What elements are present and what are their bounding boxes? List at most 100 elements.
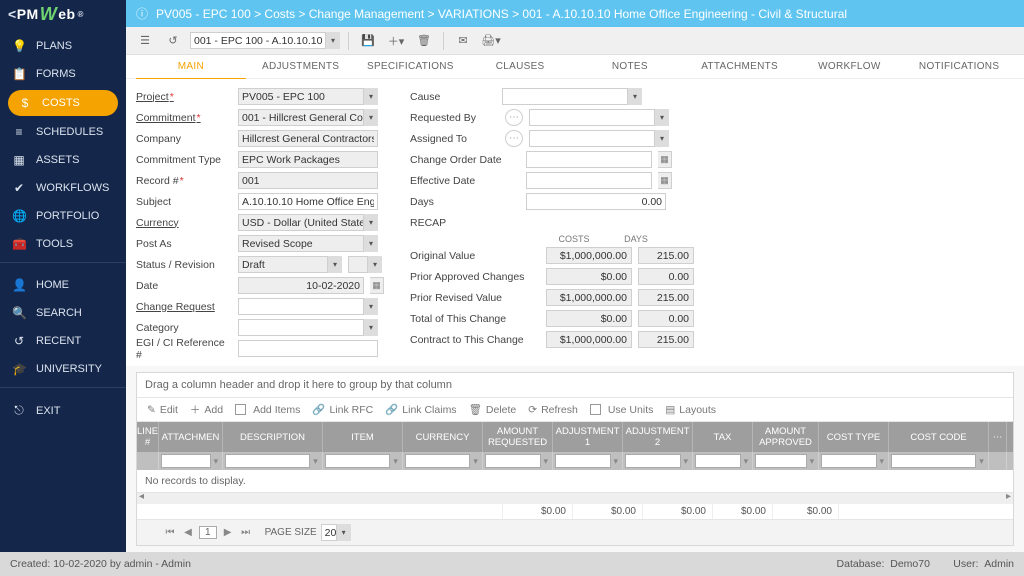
info-icon[interactable]: ⓘ <box>136 5 148 22</box>
tab-clauses[interactable]: CLAUSES <box>465 55 575 78</box>
nav-search[interactable]: 🔍SEARCH <box>0 299 126 327</box>
menu-icon[interactable]: ☰ <box>134 31 156 51</box>
col-adj2[interactable]: ADJUSTMENT 2 <box>623 422 693 452</box>
pager-last[interactable]: ⏭ <box>239 527 253 538</box>
filter-tax[interactable] <box>695 454 741 468</box>
filter-costcode[interactable] <box>891 454 976 468</box>
calendar-icon[interactable]: ▦ <box>658 151 672 168</box>
mail-icon[interactable]: ✉ <box>452 31 474 51</box>
grid-linkclaims[interactable]: 🔗Link Claims <box>385 403 456 416</box>
col-adj1[interactable]: ADJUSTMENT 1 <box>553 422 623 452</box>
filter-icon[interactable]: ▾ <box>471 454 480 468</box>
tab-workflow[interactable]: WORKFLOW <box>795 55 905 78</box>
days-input[interactable] <box>526 193 666 210</box>
col-desc[interactable]: DESCRIPTION <box>223 422 323 452</box>
codate-input[interactable] <box>526 151 652 168</box>
col-tax[interactable]: TAX <box>693 422 753 452</box>
grid-add[interactable]: ＋Add <box>190 402 223 417</box>
ctype-input[interactable] <box>238 151 378 168</box>
nav-university[interactable]: 🎓UNIVERSITY <box>0 355 126 383</box>
col-costtype[interactable]: COST TYPE <box>819 422 889 452</box>
col-amtreq[interactable]: AMOUNT REQUESTED <box>483 422 553 452</box>
filter-costtype[interactable] <box>821 454 877 468</box>
postas-select[interactable] <box>238 235 378 252</box>
category-select[interactable] <box>238 319 378 336</box>
revision-select[interactable] <box>348 256 382 273</box>
filter-adj1[interactable] <box>555 454 611 468</box>
grid-delete[interactable]: 🗑Delete <box>469 403 517 416</box>
tab-main[interactable]: MAIN <box>136 55 246 80</box>
pager-page[interactable]: 1 <box>199 526 217 539</box>
nav-portfolio[interactable]: 🌐PORTFOLIO <box>0 202 126 230</box>
nav-exit-item[interactable]: ⎋EXIT <box>0 396 126 425</box>
group-drop-area[interactable]: Drag a column header and drop it here to… <box>137 373 1013 398</box>
save-icon[interactable]: 💾 <box>357 31 379 51</box>
col-costcode[interactable]: COST CODE <box>889 422 989 452</box>
filter-icon[interactable]: ▾ <box>878 454 886 468</box>
filter-icon[interactable]: ▾ <box>682 454 690 468</box>
cr-select[interactable] <box>238 298 378 315</box>
nav-forms[interactable]: 📋FORMS <box>0 60 126 88</box>
assto-select[interactable] <box>529 130 669 147</box>
tab-specifications[interactable]: SPECIFICATIONS <box>356 55 466 78</box>
status-select[interactable] <box>238 256 342 273</box>
filter-adj2[interactable] <box>625 454 681 468</box>
date-input[interactable] <box>238 277 364 294</box>
grid-edit[interactable]: ✎Edit <box>147 404 178 416</box>
tab-notifications[interactable]: NOTIFICATIONS <box>904 55 1014 78</box>
filter-icon[interactable]: ▾ <box>742 454 750 468</box>
grid-layouts[interactable]: ▤Layouts <box>665 404 716 416</box>
egi-input[interactable] <box>238 340 378 357</box>
filter-attach[interactable] <box>161 454 211 468</box>
nav-costs[interactable]: $COSTS <box>8 90 118 116</box>
filter-icon[interactable]: ▾ <box>808 454 816 468</box>
grid-refresh[interactable]: ⟳Refresh <box>528 404 578 416</box>
effdate-input[interactable] <box>526 172 652 189</box>
filter-desc[interactable] <box>225 454 310 468</box>
filter-icon[interactable]: ▾ <box>542 454 550 468</box>
pager-next[interactable]: ▶ <box>221 527 235 538</box>
trash-icon[interactable]: 🗑 <box>413 31 435 51</box>
cause-select[interactable] <box>502 88 642 105</box>
grid-useunits[interactable]: Use Units <box>590 404 654 416</box>
calendar-icon[interactable]: ▦ <box>370 277 384 294</box>
calendar-icon[interactable]: ▦ <box>658 172 672 189</box>
grid-linkrfc[interactable]: 🔗Link RFC <box>312 403 373 416</box>
col-amtapp[interactable]: AMOUNT APPROVED <box>753 422 819 452</box>
tab-notes[interactable]: NOTES <box>575 55 685 78</box>
filter-amtreq[interactable] <box>485 454 541 468</box>
col-attach[interactable]: ATTACHMEN <box>159 422 223 452</box>
nav-assets[interactable]: ▦ASSETS <box>0 146 126 174</box>
nav-home[interactable]: 👤HOME <box>0 271 126 299</box>
lookup-icon[interactable]: ⋯ <box>505 130 523 147</box>
project-select[interactable] <box>238 88 378 105</box>
history-icon[interactable]: ↺ <box>162 31 184 51</box>
pager-prev[interactable]: ◀ <box>181 527 195 538</box>
col-item[interactable]: ITEM <box>323 422 403 452</box>
pager-first[interactable]: ⏮ <box>163 527 177 538</box>
filter-currency[interactable] <box>405 454 470 468</box>
grid-hscroll[interactable] <box>137 492 1013 504</box>
nav-workflows[interactable]: ✔WORKFLOWS <box>0 174 126 202</box>
add-icon[interactable]: ＋▾ <box>385 31 407 51</box>
subject-input[interactable] <box>238 193 378 210</box>
print-icon[interactable]: 🖨▾ <box>480 31 502 51</box>
tab-attachments[interactable]: ATTACHMENTS <box>685 55 795 78</box>
nav-plans[interactable]: 💡PLANS <box>0 32 126 60</box>
nav-tools[interactable]: 🧰TOOLS <box>0 230 126 258</box>
record-input[interactable] <box>238 172 378 189</box>
filter-icon[interactable]: ▾ <box>311 454 320 468</box>
filter-amtapp[interactable] <box>755 454 807 468</box>
filter-icon[interactable]: ▾ <box>212 454 220 468</box>
record-select[interactable] <box>190 32 340 49</box>
col-more[interactable]: ⋯ <box>989 422 1007 452</box>
commitment-select[interactable] <box>238 109 378 126</box>
nav-schedules[interactable]: ≡SCHEDULES <box>0 118 126 146</box>
currency-select[interactable] <box>238 214 378 231</box>
nav-recent[interactable]: ↺RECENT <box>0 327 126 355</box>
lookup-icon[interactable]: ⋯ <box>505 109 523 126</box>
col-currency[interactable]: CURRENCY <box>403 422 483 452</box>
col-line[interactable]: LINE # <box>137 422 159 452</box>
company-input[interactable] <box>238 130 378 147</box>
filter-icon[interactable]: ▾ <box>612 454 620 468</box>
